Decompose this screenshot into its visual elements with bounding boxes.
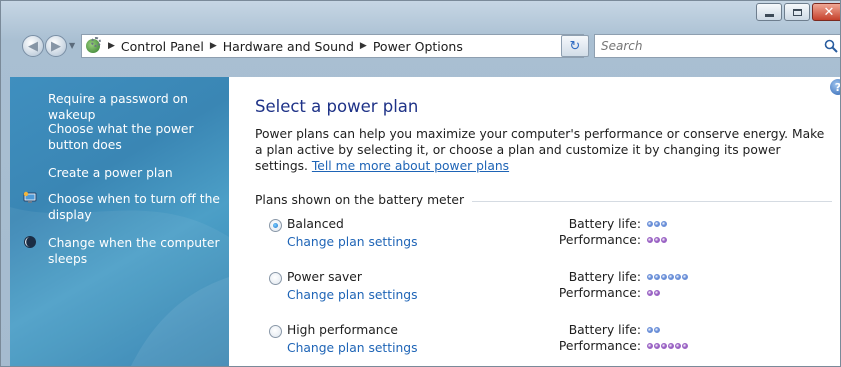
search-input[interactable] [595,38,803,54]
performance-dot [661,343,667,349]
performance-meter [647,237,667,243]
address-bar[interactable]: ▶ Control Panel ▶ Hardware and Sound ▶ P… [81,34,584,58]
plan-radio-balanced[interactable] [269,219,282,232]
performance-dot [654,237,660,243]
performance-dot [682,343,688,349]
back-arrow-icon: ◀ [28,38,38,54]
battery-dot [661,221,667,227]
breadcrumb-hardware-and-sound[interactable]: Hardware and Sound [219,39,358,54]
performance-dot [661,237,667,243]
window-caption-buttons: ✕ [756,3,840,23]
refresh-button[interactable]: ↻ [561,35,589,57]
performance-label: Performance: [558,286,641,300]
performance-dot [654,290,660,296]
forward-arrow-icon: ▶ [51,38,61,54]
control-panel-icon [84,37,102,55]
performance-meter [647,290,660,296]
plan-name[interactable]: Power saver [287,270,362,284]
page-title: Select a power plan [255,97,419,116]
forward-button[interactable]: ▶ [45,35,67,57]
close-button[interactable]: ✕ [812,3,840,21]
tell-me-more-link[interactable]: Tell me more about power plans [312,159,509,173]
battery-dot [647,327,653,333]
battery-life-meter [647,274,688,280]
search-icon[interactable] [823,38,839,54]
breadcrumb-power-options[interactable]: Power Options [369,39,467,54]
battery-life-label: Battery life: [568,270,641,284]
battery-dot [682,274,688,280]
performance-dot [647,343,653,349]
performance-dot [647,237,653,243]
battery-life-label: Battery life: [568,217,641,231]
moon-icon [24,236,36,248]
maximize-button[interactable] [784,3,810,21]
battery-dot [647,274,653,280]
task-pane: Require a password on wakeup Choose what… [10,77,229,366]
main-content: ? Select a power plan Power plans can he… [229,77,840,366]
plan-high-performance: High performance Change plan settings Ba… [269,323,829,363]
control-panel-window: ✕ ◀ ▶ ▼ ▶ Control Panel ▶ Hardware and S… [0,0,841,367]
change-plan-settings-link[interactable]: Change plan settings [287,341,418,355]
breadcrumb-control-panel[interactable]: Control Panel [117,39,208,54]
performance-label: Performance: [558,233,641,247]
maximize-icon [792,8,802,16]
recent-pages-dropdown[interactable]: ▼ [69,41,75,50]
plan-radio-power-saver[interactable] [269,272,282,285]
battery-life-meter [647,327,660,333]
performance-dot [654,343,660,349]
performance-dot [675,343,681,349]
plan-balanced: Balanced Change plan settings Battery li… [269,217,829,257]
battery-dot [654,327,660,333]
battery-dot [661,274,667,280]
breadcrumb-separator-icon: ▶ [209,41,217,51]
navigation-bar: ◀ ▶ ▼ ▶ Control Panel ▶ Hardware and Sou… [1,33,840,63]
back-button[interactable]: ◀ [22,35,44,57]
battery-dot [654,221,660,227]
plan-name[interactable]: Balanced [287,217,344,231]
page-description: Power plans can help you maximize your c… [255,126,835,174]
battery-dot [647,221,653,227]
performance-label: Performance: [558,339,641,353]
minimize-icon [764,13,774,17]
sidebar-item-create-plan[interactable]: Create a power plan [48,165,228,181]
battery-dot [675,274,681,280]
monitor-icon [23,191,37,203]
sidebar-item-require-password[interactable]: Require a password on wakeup [48,91,228,123]
battery-life-label: Battery life: [568,323,641,337]
performance-dot [668,343,674,349]
breadcrumb-separator-icon: ▶ [359,41,367,51]
search-box[interactable] [594,34,840,58]
minimize-button[interactable] [756,3,782,21]
battery-dot [668,274,674,280]
close-icon: ✕ [823,4,835,20]
plan-radio-high-performance[interactable] [269,325,282,338]
sidebar-item-power-button[interactable]: Choose what the power button does [48,121,228,153]
battery-life-meter [647,221,667,227]
performance-dot [647,290,653,296]
change-plan-settings-link[interactable]: Change plan settings [287,235,418,249]
sidebar-item-computer-sleeps[interactable]: Change when the computer sleeps [48,235,228,267]
battery-meter-group-label: Plans shown on the battery meter [255,193,473,207]
plan-power-saver: Power saver Change plan settings Battery… [269,270,829,310]
change-plan-settings-link[interactable]: Change plan settings [287,288,418,302]
help-icon[interactable]: ? [830,79,840,95]
battery-dot [654,274,660,280]
performance-meter [647,343,688,349]
sidebar-item-turn-off-display[interactable]: Choose when to turn off the display [48,191,228,223]
refresh-icon: ↻ [569,38,581,54]
plan-name[interactable]: High performance [287,323,398,337]
breadcrumb-separator-icon: ▶ [108,41,115,51]
